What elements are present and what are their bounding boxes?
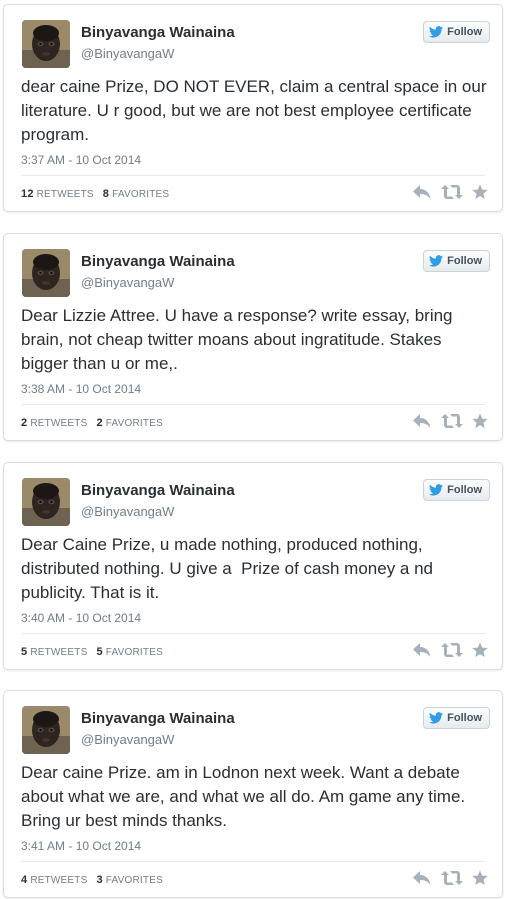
star-icon[interactable] <box>472 642 488 658</box>
tweet-actions <box>412 642 488 658</box>
tweet-card: Binyavanga Wainaina @BinyavangaW Follow … <box>3 462 503 670</box>
retweet-icon[interactable] <box>441 642 463 658</box>
author-handle[interactable]: @BinyavangaW <box>81 732 174 747</box>
retweet-icon[interactable] <box>441 184 463 200</box>
tweet-timestamp[interactable]: 3:38 AM - 10 Oct 2014 <box>21 382 141 396</box>
avatar[interactable] <box>22 706 70 754</box>
reply-icon[interactable] <box>412 184 432 200</box>
favorites-label[interactable]: FAVORITES <box>106 418 163 429</box>
author-handle[interactable]: @BinyavangaW <box>81 46 174 61</box>
twitter-bird-icon <box>429 712 444 724</box>
favorite-count[interactable]: 3 <box>96 874 102 886</box>
author-name[interactable]: Binyavanga Wainaina <box>81 24 235 41</box>
favorites-label[interactable]: FAVORITES <box>112 189 169 200</box>
tweet-text: Dear caine Prize. am in Lodnon next week… <box>21 763 470 830</box>
retweets-label[interactable]: RETWEETS <box>30 418 87 429</box>
tweet-actions <box>412 413 488 429</box>
retweet-icon[interactable] <box>441 413 463 429</box>
retweets-label[interactable]: RETWEETS <box>30 875 87 886</box>
follow-label: Follow <box>447 484 482 496</box>
reply-icon[interactable] <box>412 642 432 658</box>
author-handle[interactable]: @BinyavangaW <box>81 275 174 290</box>
follow-button[interactable]: Follow <box>423 707 490 729</box>
tweet-text: Dear Caine Prize, u made nothing, produc… <box>21 535 438 602</box>
tweet-stats: 12 RETWEETS 8 FAVORITES <box>21 188 169 200</box>
favorite-count[interactable]: 8 <box>103 188 109 200</box>
star-icon[interactable] <box>472 184 488 200</box>
author-handle[interactable]: @BinyavangaW <box>81 504 174 519</box>
tweet-stats: 2 RETWEETS 2 FAVORITES <box>21 417 163 429</box>
tweet-timestamp[interactable]: 3:41 AM - 10 Oct 2014 <box>21 839 141 853</box>
retweets-label[interactable]: RETWEETS <box>37 189 94 200</box>
avatar[interactable] <box>22 249 70 297</box>
tweet-stats: 5 RETWEETS 5 FAVORITES <box>21 646 163 658</box>
retweet-icon[interactable] <box>441 870 463 886</box>
tweet-card: Binyavanga Wainaina @BinyavangaW Follow … <box>3 233 503 441</box>
follow-button[interactable]: Follow <box>423 479 490 501</box>
tweet-actions <box>412 184 488 200</box>
tweet-feed: Binyavanga Wainaina @BinyavangaW Follow … <box>0 0 506 899</box>
twitter-bird-icon <box>429 484 444 496</box>
favorites-label[interactable]: FAVORITES <box>106 875 163 886</box>
retweets-label[interactable]: RETWEETS <box>30 647 87 658</box>
twitter-bird-icon <box>429 255 444 267</box>
tweet-actions <box>412 870 488 886</box>
divider <box>21 633 485 634</box>
star-icon[interactable] <box>472 413 488 429</box>
author-name[interactable]: Binyavanga Wainaina <box>81 710 235 727</box>
favorites-label[interactable]: FAVORITES <box>106 647 163 658</box>
avatar[interactable] <box>22 20 70 68</box>
reply-icon[interactable] <box>412 870 432 886</box>
tweet-timestamp[interactable]: 3:37 AM - 10 Oct 2014 <box>21 153 141 167</box>
divider <box>21 175 485 176</box>
favorite-count[interactable]: 5 <box>96 646 102 658</box>
tweet-text: dear caine Prize, DO NOT EVER, claim a c… <box>21 77 492 144</box>
tweet-text: Dear Lizzie Attree. U have a response? w… <box>21 306 458 373</box>
tweet-stats: 4 RETWEETS 3 FAVORITES <box>21 874 163 886</box>
retweet-count[interactable]: 5 <box>21 646 27 658</box>
tweet-card: Binyavanga Wainaina @BinyavangaW Follow … <box>3 4 503 212</box>
follow-label: Follow <box>447 712 482 724</box>
reply-icon[interactable] <box>412 413 432 429</box>
retweet-count[interactable]: 4 <box>21 874 27 886</box>
follow-button[interactable]: Follow <box>423 250 490 272</box>
follow-label: Follow <box>447 26 482 38</box>
follow-label: Follow <box>447 255 482 267</box>
retweet-count[interactable]: 12 <box>21 188 34 200</box>
tweet-timestamp[interactable]: 3:40 AM - 10 Oct 2014 <box>21 611 141 625</box>
divider <box>21 861 485 862</box>
divider <box>21 404 485 405</box>
author-name[interactable]: Binyavanga Wainaina <box>81 253 235 270</box>
twitter-bird-icon <box>429 26 444 38</box>
favorite-count[interactable]: 2 <box>96 417 102 429</box>
author-name[interactable]: Binyavanga Wainaina <box>81 482 235 499</box>
follow-button[interactable]: Follow <box>423 21 490 43</box>
tweet-card: Binyavanga Wainaina @BinyavangaW Follow … <box>3 690 503 898</box>
star-icon[interactable] <box>472 870 488 886</box>
avatar[interactable] <box>22 478 70 526</box>
retweet-count[interactable]: 2 <box>21 417 27 429</box>
